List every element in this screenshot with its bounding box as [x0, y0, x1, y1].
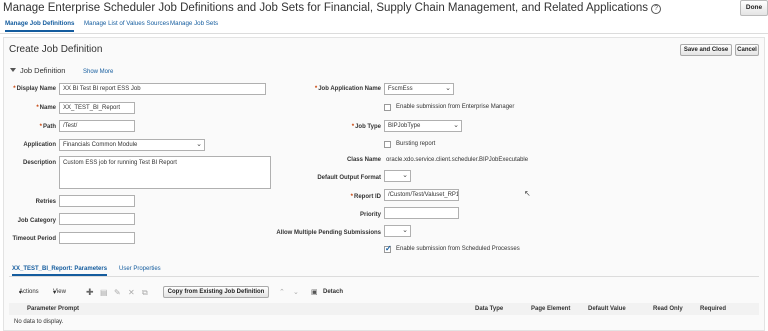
bursting-checkbox[interactable]: [384, 141, 391, 148]
nav-manage-lov-sources[interactable]: Manage List of Values Sources: [84, 20, 169, 27]
job-type-select[interactable]: BIPJobType ⌄: [384, 120, 462, 132]
detach-icon[interactable]: ▣: [311, 288, 318, 296]
table-toolbar: Actions ▾ View ▾ ✚ ▤ ✎ ✕ ⧉ Copy from Exi…: [9, 286, 759, 301]
allow-multiple-label: Allow Multiple Pending Submissions: [276, 230, 381, 236]
edit-icon[interactable]: ▤: [100, 288, 108, 297]
col-default-value[interactable]: Default Value: [588, 306, 626, 312]
col-page-element[interactable]: Page Element: [531, 306, 570, 312]
default-output-select[interactable]: ⌄: [384, 170, 411, 182]
top-navigation: Manage Job Definitions Manage List of Va…: [0, 20, 768, 32]
col-data-type[interactable]: Data Type: [475, 306, 503, 312]
enable-scheduled-checkbox[interactable]: [384, 244, 392, 253]
pencil-icon[interactable]: ✎: [114, 288, 121, 297]
nav-manage-job-sets[interactable]: Manage Job Sets: [170, 20, 218, 27]
chevron-down-icon: ⌄: [453, 122, 459, 129]
done-button[interactable]: Done: [740, 0, 768, 16]
priority-label: Priority: [359, 212, 381, 218]
move-down-icon[interactable]: ⌄: [293, 288, 299, 296]
bursting-label: Bursting report: [396, 141, 436, 147]
allow-multiple-select[interactable]: ⌄: [384, 225, 411, 237]
show-more-link[interactable]: Show More: [83, 69, 113, 75]
section-header[interactable]: Job Definition: [10, 66, 65, 75]
application-select[interactable]: Financials Common Module ⌄: [59, 139, 205, 151]
delete-icon[interactable]: ✕: [128, 288, 135, 297]
description-label: Description: [22, 160, 56, 166]
page-title: Create Job Definition: [9, 44, 103, 55]
view-menu[interactable]: View ▾: [53, 289, 66, 296]
tab-user-properties[interactable]: User Properties: [119, 266, 161, 272]
detach-button[interactable]: Detach: [323, 289, 343, 295]
collapse-triangle-icon[interactable]: [10, 68, 16, 72]
priority-input[interactable]: [384, 207, 459, 219]
retries-label: Retries: [35, 199, 56, 205]
section-title: Job Definition: [20, 66, 66, 75]
name-input[interactable]: XX_TEST_BI_Report: [59, 102, 135, 114]
class-name-value: oracle.xdo.service.client.scheduler.BIPJ…: [386, 157, 529, 163]
job-category-label: Job Category: [17, 218, 56, 224]
nav-manage-job-definitions[interactable]: Manage Job Definitions: [5, 20, 75, 32]
path-input[interactable]: /Test/: [59, 120, 135, 132]
description-textarea[interactable]: Custom ESS job for running Test BI Repor…: [59, 156, 271, 189]
job-category-input[interactable]: [59, 213, 135, 225]
report-id-label: *Report ID: [350, 194, 381, 200]
cancel-button[interactable]: Cancel: [735, 44, 759, 56]
display-name-input[interactable]: XX BI Test BI report ESS Job: [59, 83, 266, 95]
chevron-down-icon: ⌄: [445, 85, 451, 92]
application-label: Application: [23, 142, 56, 148]
report-id-input[interactable]: /Custom/Test/Valuset_RP1: [384, 189, 459, 201]
default-output-label: Default Output Format: [317, 175, 381, 181]
name-label: *Name: [36, 105, 56, 111]
class-name-label: Class Name: [346, 157, 381, 163]
help-icon[interactable]: ?: [651, 4, 662, 14]
enable-em-checkbox[interactable]: [384, 104, 391, 111]
tabs-divider: [9, 276, 759, 277]
nav-divider: [0, 33, 768, 34]
enable-scheduled-label: Enable submission from Scheduled Process…: [396, 246, 520, 252]
enable-em-label: Enable submission from Enterprise Manage…: [396, 104, 515, 110]
chevron-down-icon: ⌄: [402, 172, 408, 179]
chevron-down-icon: ⌄: [196, 141, 202, 148]
tab-parameters[interactable]: XX_TEST_BI_Report: Parameters: [12, 266, 108, 276]
table-empty-message: No data to display.: [14, 319, 64, 325]
job-type-label: *Job Type: [351, 124, 381, 130]
save-and-close-button[interactable]: Save and Close: [680, 44, 732, 56]
job-app-name-select[interactable]: FscmEss ⌄: [384, 83, 454, 95]
display-name-label: *Display Name: [13, 86, 56, 92]
mouse-cursor-icon: ↖: [524, 189, 531, 198]
retries-input[interactable]: [59, 195, 135, 207]
col-read-only[interactable]: Read Only: [653, 306, 683, 312]
header-title-text: Manage Enterprise Scheduler Job Definiti…: [3, 2, 649, 14]
col-required[interactable]: Required: [700, 306, 726, 312]
duplicate-icon[interactable]: ⧉: [142, 288, 148, 298]
timeout-period-label: Timeout Period: [12, 236, 56, 242]
timeout-period-input[interactable]: [59, 232, 135, 244]
page-header-title: Manage Enterprise Scheduler Job Definiti…: [3, 2, 662, 14]
copy-existing-button[interactable]: Copy from Existing Job Definition: [163, 286, 269, 298]
path-label: *Path: [39, 124, 56, 130]
actions-menu[interactable]: Actions ▾: [19, 289, 39, 296]
chevron-down-icon: ⌄: [402, 227, 408, 234]
job-app-name-label: *Job Application Name: [314, 86, 381, 92]
table-header-row: [9, 303, 759, 315]
add-icon[interactable]: ✚: [86, 287, 94, 298]
col-parameter-prompt[interactable]: Parameter Prompt: [27, 306, 79, 312]
move-up-icon[interactable]: ⌃: [279, 288, 285, 296]
